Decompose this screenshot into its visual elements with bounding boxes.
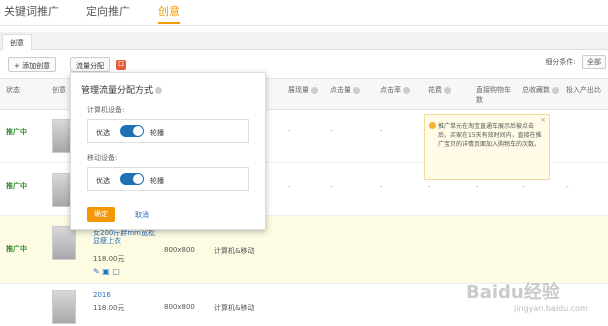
add-creative-button[interactable]: + 添加创意: [8, 57, 57, 72]
filter-label: 细分条件:: [545, 58, 576, 66]
confirm-button[interactable]: 确定: [87, 207, 115, 222]
flow-allocation-button[interactable]: 流量分配: [70, 57, 110, 72]
tooltip-text: 推广单元在淘宝直通车展示后被点击后，买家在15天有效时间内，直接在推广宝贝的详情…: [438, 123, 542, 148]
flow-allocation-popup: 管理流量分配方式 计算机设备: 优选 轮播 移动设备: 优选 轮播 确定 取消: [70, 72, 266, 230]
help-icon: [552, 86, 559, 94]
th-creative: 创意: [52, 86, 66, 94]
pc-allocation-toggle[interactable]: [120, 125, 144, 137]
creative-size: 800x800: [164, 303, 195, 311]
mobile-device-label: 移动设备:: [87, 154, 118, 162]
filter-all-select[interactable]: 全部: [582, 55, 606, 69]
popup-title: 管理流量分配方式: [81, 83, 163, 96]
status-badge: 推广中: [6, 245, 27, 253]
option-rotation: 轮播: [150, 177, 164, 185]
th-cost: 花费: [428, 85, 451, 95]
creative-thumbnail[interactable]: [52, 226, 76, 260]
flow-badge-icon: 口: [116, 60, 126, 70]
edit-icon[interactable]: ✎ ▣ ▢: [93, 267, 120, 276]
tab-targeting-promo[interactable]: 定向推广: [86, 3, 130, 19]
creative-title-link[interactable]: 2016: [93, 291, 111, 299]
subtab-creative[interactable]: 创意: [2, 34, 32, 50]
th-favorites: 总收藏数: [522, 85, 559, 95]
pc-device-setting: 优选 轮播: [87, 119, 249, 143]
mobile-allocation-toggle[interactable]: [120, 173, 144, 185]
creative-price: 118.00元: [93, 255, 125, 263]
creative-title-link[interactable]: 女200斤胖mm宽松显瘦上衣: [93, 229, 161, 245]
help-icon: [353, 86, 360, 94]
help-icon: [155, 87, 163, 94]
status-badge: 推广中: [6, 182, 27, 190]
mobile-device-setting: 优选 轮播: [87, 167, 249, 191]
info-icon: [429, 122, 436, 129]
option-preferred: 优选: [96, 129, 110, 137]
th-clicks: 点击量: [330, 85, 360, 95]
filter-area: 细分条件: 全部: [545, 55, 606, 69]
pc-device-label: 计算机设备:: [87, 106, 125, 114]
toggle-knob: [133, 174, 143, 184]
th-cart: 直接购物车数: [476, 86, 511, 104]
option-rotation: 轮播: [150, 129, 164, 137]
creative-size: 800x800: [164, 246, 195, 254]
top-tabs: 关键词推广 定向推广 创意: [0, 0, 608, 26]
creative-thumbnail[interactable]: [52, 290, 76, 324]
tab-keyword-promo[interactable]: 关键词推广: [4, 3, 59, 19]
creative-device: 计算机&移动: [214, 304, 255, 312]
toggle-knob: [133, 126, 143, 136]
sub-tab-bar: 创意: [0, 32, 608, 50]
tab-creative[interactable]: 创意: [158, 3, 180, 24]
th-status: 状态: [6, 86, 20, 94]
help-icon: [444, 86, 451, 94]
toolbar: + 添加创意 流量分配 口 细分条件: 全部: [0, 54, 608, 74]
status-badge: 推广中: [6, 128, 27, 136]
th-roi: 投入产出比: [566, 86, 601, 94]
help-icon: [403, 86, 410, 94]
option-preferred: 优选: [96, 177, 110, 185]
cart-tooltip: × 推广单元在淘宝直通车展示后被点击后，买家在15天有效时间内，直接在推广宝贝的…: [424, 114, 550, 180]
creative-device: 计算机&移动: [214, 247, 255, 255]
watermark-brand: Baidu经验: [466, 282, 560, 303]
help-icon: [311, 86, 318, 94]
baidu-watermark: Baidu经验 jingyan.baidu.com: [466, 278, 606, 322]
th-impressions: 展现量: [288, 85, 318, 95]
creative-price: 118.00元: [93, 304, 125, 312]
cancel-button[interactable]: 取消: [135, 210, 149, 220]
th-ctr: 点击率: [380, 85, 410, 95]
watermark-url: jingyan.baidu.com: [514, 304, 588, 313]
